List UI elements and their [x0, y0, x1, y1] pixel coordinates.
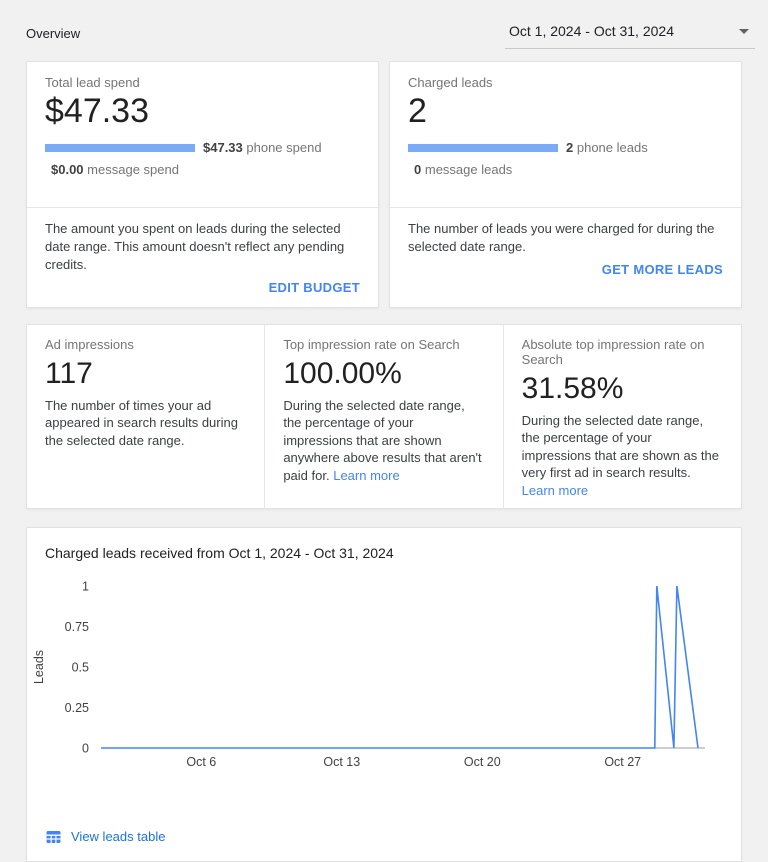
stat-top-impression-rate: Top impression rate on Search 100.00% Du…: [264, 325, 502, 508]
y-axis-tick: 0.5: [72, 660, 89, 674]
total-lead-spend-card: Total lead spend $47.33 $47.33 phone spe…: [26, 61, 379, 308]
chart-title: Charged leads received from Oct 1, 2024 …: [27, 528, 741, 561]
stats-card: Ad impressions 117 The number of times y…: [26, 324, 742, 509]
lead-spend-value: $47.33: [45, 94, 360, 128]
charged-leads-label: Charged leads: [408, 75, 723, 90]
y-axis-tick: 0.75: [65, 620, 89, 634]
phone-spend-row: $47.33 phone spend: [45, 140, 360, 155]
phone-leads-caption: phone leads: [577, 140, 648, 155]
phone-leads-count: 2: [566, 140, 573, 155]
top-impression-rate-label: Top impression rate on Search: [283, 337, 484, 352]
message-leads-caption: message leads: [425, 162, 512, 177]
chevron-down-icon: [739, 29, 749, 34]
x-axis-tick: Oct 27: [604, 755, 641, 769]
lead-spend-label: Total lead spend: [45, 75, 360, 90]
date-range-value: Oct 1, 2024 - Oct 31, 2024: [509, 23, 674, 39]
phone-spend-amount: $47.33: [203, 140, 243, 155]
learn-more-link[interactable]: Learn more: [333, 468, 399, 483]
ad-impressions-description: The number of times your ad appeared in …: [45, 397, 246, 450]
charged-leads-value: 2: [408, 94, 723, 128]
ad-impressions-label: Ad impressions: [45, 337, 246, 352]
charged-leads-summary: Charged leads 2 2 phone leads 0 message …: [390, 62, 741, 207]
chart-footer: View leads table: [27, 829, 741, 861]
charged-leads-chart-card: Charged leads received from Oct 1, 2024 …: [26, 527, 742, 862]
charged-leads-footer: The number of leads you were charged for…: [390, 207, 741, 289]
y-axis-tick: 0: [82, 741, 89, 755]
leads-line-chart: 0 0.25 0.5 0.75 1 Oct 6 Oct 13 Oct 20 Oct 27 Lead…: [27, 566, 741, 771]
message-spend-text: $0.00 message spend: [51, 162, 360, 177]
table-icon: [45, 829, 62, 845]
absolute-top-impression-rate-description-text: During the selected date range, the perc…: [522, 413, 719, 481]
view-leads-table-link[interactable]: View leads table: [71, 829, 165, 844]
phone-leads-bar: [408, 144, 558, 152]
charged-leads-description: The number of leads you were charged for…: [408, 220, 723, 256]
chart-line-charged-leads: [101, 586, 698, 748]
message-spend-caption: message spend: [87, 162, 179, 177]
get-more-leads-button[interactable]: GET MORE LEADS: [602, 262, 723, 277]
charged-leads-card: Charged leads 2 2 phone leads 0 message …: [389, 61, 742, 308]
ad-impressions-value: 117: [45, 357, 246, 390]
stat-ad-impressions: Ad impressions 117 The number of times y…: [27, 325, 264, 508]
x-axis-tick: Oct 20: [464, 755, 501, 769]
lead-spend-footer: The amount you spent on leads during the…: [27, 207, 378, 307]
phone-leads-text: 2 phone leads: [566, 140, 648, 155]
absolute-top-impression-rate-description: During the selected date range, the perc…: [522, 412, 723, 500]
message-leads-text: 0 message leads: [414, 162, 723, 177]
stat-absolute-top-impression-rate: Absolute top impression rate on Search 3…: [503, 325, 741, 508]
message-leads-count: 0: [414, 162, 421, 177]
topbar: Overview Oct 1, 2024 - Oct 31, 2024: [0, 0, 768, 61]
top-impression-rate-value: 100.00%: [283, 357, 484, 390]
lead-spend-description: The amount you spent on leads during the…: [45, 220, 360, 274]
lead-spend-summary: Total lead spend $47.33 $47.33 phone spe…: [27, 62, 378, 207]
y-axis-label: Leads: [32, 650, 46, 684]
top-impression-rate-description: During the selected date range, the perc…: [283, 397, 484, 485]
lead-spend-action-row: EDIT BUDGET: [45, 279, 360, 297]
date-range-select[interactable]: Oct 1, 2024 - Oct 31, 2024: [505, 16, 755, 49]
phone-spend-text: $47.33 phone spend: [203, 140, 322, 155]
edit-budget-button[interactable]: EDIT BUDGET: [269, 280, 360, 295]
phone-spend-bar: [45, 144, 195, 152]
absolute-top-impression-rate-value: 31.58%: [522, 372, 723, 405]
y-axis-tick: 0.25: [65, 701, 89, 715]
page-title: Overview: [26, 16, 80, 41]
phone-spend-caption: phone spend: [246, 140, 321, 155]
absolute-top-impression-rate-label: Absolute top impression rate on Search: [522, 337, 723, 367]
learn-more-link[interactable]: Learn more: [522, 483, 588, 498]
ad-impressions-description-text: The number of times your ad appeared in …: [45, 398, 238, 448]
charged-leads-action-row: GET MORE LEADS: [408, 261, 723, 279]
message-spend-amount: $0.00: [51, 162, 84, 177]
x-axis-tick: Oct 13: [323, 755, 360, 769]
y-axis-tick: 1: [82, 579, 89, 593]
metric-cards-row: Total lead spend $47.33 $47.33 phone spe…: [26, 61, 742, 308]
x-axis-tick: Oct 6: [186, 755, 216, 769]
phone-leads-row: 2 phone leads: [408, 140, 723, 155]
